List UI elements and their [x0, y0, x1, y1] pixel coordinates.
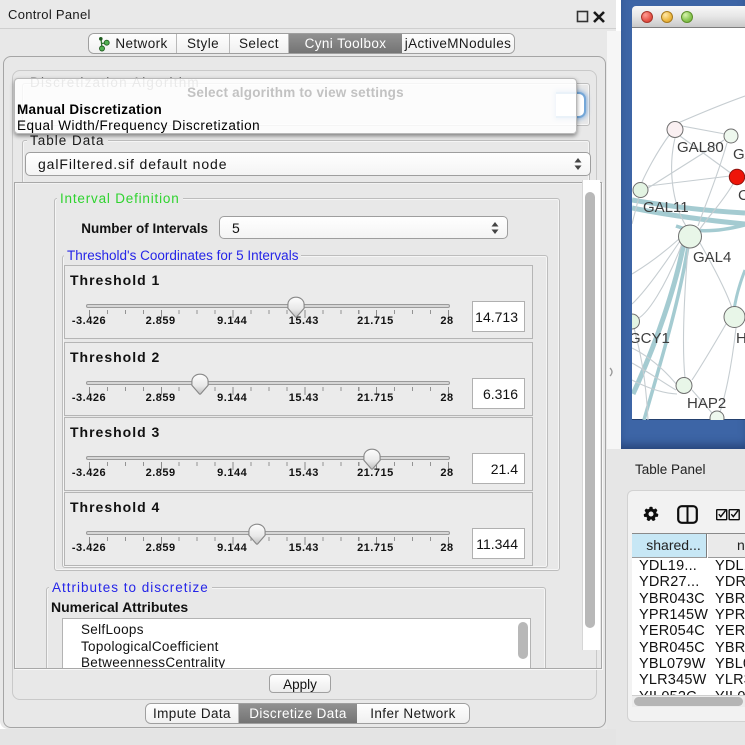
svg-text:C: C	[738, 187, 745, 204]
svg-text:HAP2: HAP2	[687, 395, 726, 412]
svg-text:GAL11: GAL11	[643, 199, 689, 216]
svg-text:HI: HI	[736, 330, 745, 347]
svg-text:GCY1: GCY1	[632, 330, 670, 347]
svg-text:GAL80: GAL80	[677, 139, 724, 156]
svg-text:GA: GA	[733, 146, 745, 163]
svg-text:GAL4: GAL4	[693, 249, 731, 266]
